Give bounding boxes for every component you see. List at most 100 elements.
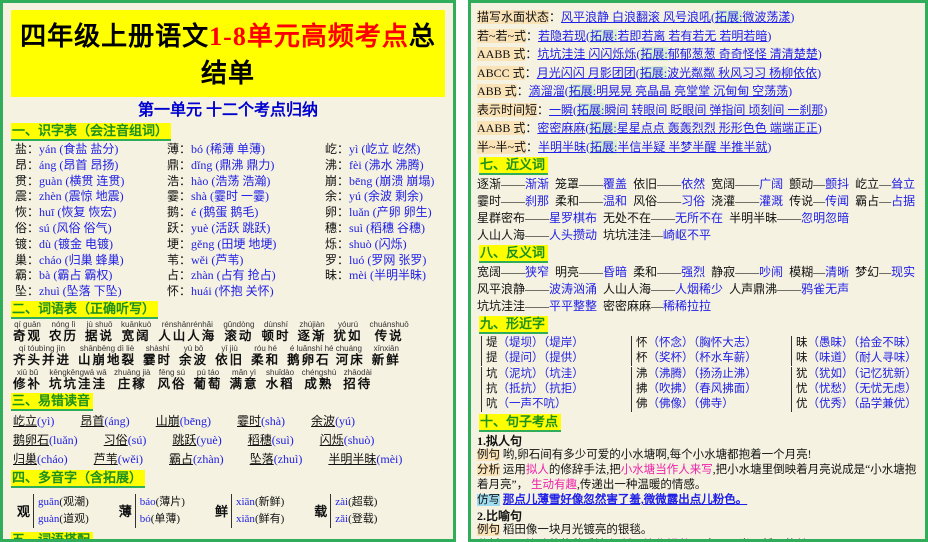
word-pair: 霎时——刹那 [477, 194, 549, 208]
misread-word-item: 霸占(zhàn) [169, 450, 224, 469]
example-text: 哟,卵石间有多少可爱的小水塘啊,每个小水塘都抱着一个月亮! [500, 449, 812, 461]
word-label: 坑坑洼洼 [49, 376, 108, 391]
shizi-pinyin-words: é (鹅蛋 鹅毛) [191, 205, 259, 220]
shizi-char: 霸： [15, 268, 40, 283]
word-with-pinyin: qí guān 奇观 [13, 320, 42, 343]
shizi-char: 卵： [325, 205, 350, 220]
word-pair: 明亮——昏暗 [555, 265, 627, 279]
word-pair: 密密麻麻—稀稀拉拉 [603, 299, 711, 313]
shizi-entry: 昧：mèi (半明半昧) [325, 268, 447, 284]
word-label: (薄片) [155, 495, 185, 508]
xingjinzi-column: 昧（愚昧）（拾金不昧） 味（味道）（耐人寻味） 犹（犹如）（记忆犹新） 忧（忧愁）（无… [791, 335, 919, 413]
word-label: 风俗 [157, 376, 187, 391]
misread-word-item: 跳跃(yuè) [172, 431, 221, 450]
word-pattern-line: AABB 式：密密麻麻(拓展:星星点点 轰轰烈烈 形形色色 端端正正) [477, 119, 919, 138]
polyphone-group: 鲜 xiān(新鲜) xiǎn(鲜有) [214, 493, 284, 528]
shizi-entry: 盐：yán (食盐 盐分) [15, 142, 167, 158]
word-pair: 宽阔——广阔 [711, 177, 783, 191]
pinyin-label: kēngkēngwā wā [49, 367, 107, 377]
word-label: 习俗 [103, 432, 128, 447]
pattern-colon: ： [525, 47, 538, 61]
misread-word-item: 屹立(yì) [13, 412, 54, 431]
misread-word-item: 鹅卵石(luǎn) [13, 431, 78, 450]
pair-word-a: 宽阔—— [711, 177, 760, 191]
pair-word-a: 明亮—— [555, 265, 604, 279]
shizi-entry: 震：zhèn (震惊 地震) [15, 189, 167, 205]
pair-word-b: 清晰 [825, 265, 850, 279]
shizi-char: 沸： [325, 157, 350, 172]
polyphone-group: 观 guān(观潮) guàn(道观) [17, 493, 89, 528]
word-pair: 风俗——习俗 [633, 194, 705, 208]
imitation-text: 那点儿薄雪好像忽然害了羞,微微露出点儿粉色。 [502, 494, 748, 506]
example-words: （沸腾）（扬汤止沸） [647, 368, 757, 380]
yidu-row: 归巢(cháo) 芦苇(wěi) 霸占(zhàn) 坠落(zhuì) 半明半昧(mèi) [9, 450, 447, 469]
word-label: 农历 [49, 328, 79, 343]
shizi-pinyin-words: wěi (芦苇) [191, 252, 244, 267]
pinyin-label: (cháo) [37, 451, 68, 466]
polyphone-reading: zài(超载) [335, 494, 377, 511]
word-label: (超载) [348, 495, 378, 508]
section-header-jinyici: 七、近义词 [479, 157, 549, 175]
word-pair: 风平浪静——波涛汹涌 [477, 282, 597, 296]
ciyu-row: qí tóubìng jìn 齐头并进 shānbēng dì liè 山崩地裂 shà… [9, 344, 447, 368]
pinyin-label: (shà) [261, 413, 286, 428]
pinyin-label: shuǐdào [266, 367, 295, 377]
polyphone-group: 载 zài(超载) zǎi(登载) [314, 493, 377, 528]
shizi-entry: 薄：bó (稀薄 单薄) [167, 142, 325, 158]
word-label: (道观) [59, 512, 89, 525]
misread-word-item: 余波(yú) [311, 412, 355, 431]
shizi-entry: 占：zhàn (占有 抢占) [167, 268, 325, 284]
xingjinzi-column: 怀（怀念）（胸怀大志） 杯（奖杯）（杯水车薪） 沸（沸腾）（扬汤止沸） 拂（吹拂）（春… [631, 335, 791, 413]
shizi-pinyin-words: gěng (田埂 地埂) [191, 236, 277, 251]
char-label: 吭 [486, 398, 498, 410]
word-label: 屹立 [13, 413, 38, 428]
shizi-entry: 恢：huī (恢复 恢宏) [15, 205, 167, 221]
pair-word-b: 习俗 [681, 194, 706, 208]
word-pair: 人山人海——人烟稀少 [603, 282, 723, 296]
polyphone-bracket: xiān(新鲜) xiǎn(鲜有) [230, 493, 284, 528]
shizi-pinyin-words: cháo (归巢 蜂巢) [39, 252, 124, 267]
xingjinzi-entry: 杯（奖杯）（杯水车薪） [636, 351, 791, 366]
pinyin-label: zhújiàn [299, 319, 325, 329]
polyphone-reading: xiān(新鲜) [236, 494, 284, 511]
polyphone-char: 薄 [118, 504, 132, 520]
word-pair: 笼罩——覆盖 [555, 177, 627, 191]
word-label: 新鲜 [371, 352, 401, 367]
pattern-label: 半~半~式 [477, 139, 526, 154]
paren: ) [767, 28, 772, 43]
xingjinzi-entry: 堤（堤坝）（堤岸） [486, 336, 631, 351]
shizi-entry: 苇：wěi (芦苇) [167, 253, 325, 269]
shizi-char: 苇： [167, 252, 192, 267]
pinyin-label: (suì) [271, 432, 294, 447]
expansion-words: 半信半疑 半梦半醒 半推半就 [617, 139, 768, 154]
pinyin-label: qí tóubìng jìn [18, 343, 66, 353]
word-pair: 逐渐——渐渐 [477, 177, 549, 191]
xingjinzi-grid: 堤（堤坝）（堤岸） 提（提问）（提供） 坑（泥坑）（坑洼） 抗（抵抗）（抗拒） 吭（一声… [477, 335, 919, 413]
pinyin-label: gǔndòng [223, 319, 255, 329]
shizi-char: 昂： [15, 157, 40, 172]
pinyin-label: (wěi) [117, 451, 144, 466]
word-label: 霎时 [143, 352, 173, 367]
word-label: 水稻 [265, 376, 295, 391]
example-words: （奖杯）（杯水车薪） [647, 352, 757, 364]
pattern-colon: ： [524, 65, 537, 80]
pinyin-label: mǎn yì [232, 367, 257, 377]
section-header-juzikaodian: 十、句子考点 [479, 414, 562, 432]
text-segment: 的修辞手法,把 [548, 464, 621, 476]
shizi-char: 屹： [325, 142, 350, 156]
section-header-ciyubiao: 二、词语表（正确听写） [11, 300, 159, 319]
sentence-type-title: 1.拟人句 [477, 434, 523, 448]
shizi-pinyin-words: luǎn (产卵 卵生) [349, 205, 432, 220]
word-pattern-line: 半~半~式：半明半昧(拓展:半信半疑 半梦半醒 半推半就) [477, 138, 919, 157]
char-label: 佛 [636, 398, 648, 410]
polyphone-reading: guàn(道观) [38, 511, 89, 528]
pattern-colon: ： [526, 28, 539, 43]
pinyin-label: xiān [235, 495, 255, 508]
pattern-colon: ： [525, 121, 538, 135]
polyphone-char: 鲜 [214, 504, 228, 520]
pattern-label: ABB 式 [477, 84, 517, 98]
word-label: 宽阔 [121, 328, 151, 343]
xingjinzi-entry: 佛（佛像）（佛寺） [636, 397, 791, 412]
pair-word-b: 灌溉 [759, 194, 784, 208]
word-label: 柔和 [251, 352, 281, 367]
